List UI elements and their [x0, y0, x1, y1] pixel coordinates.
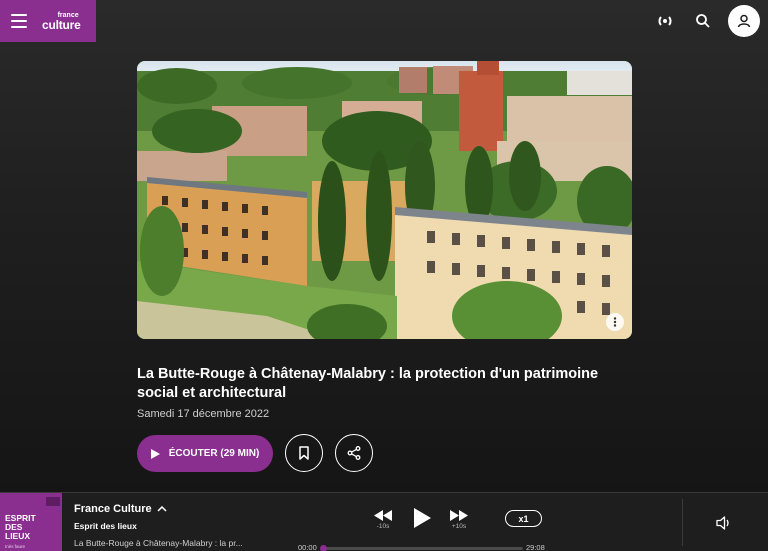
station-name: France Culture — [74, 503, 152, 515]
show-name[interactable]: Esprit des lieux — [74, 521, 249, 531]
france-culture-logo[interactable]: france culture — [42, 12, 81, 31]
search-icon[interactable] — [688, 6, 718, 36]
play-icon — [150, 448, 160, 459]
header-actions — [642, 5, 760, 37]
logo-bottom-text: culture — [42, 17, 81, 32]
episode-title[interactable]: La Butte-Rouge à Châtenay-Malabry : la p… — [74, 538, 249, 548]
progress-thumb[interactable] — [320, 545, 327, 551]
cover-subtitle: Inès faure — [5, 544, 26, 549]
current-time: 00:00 — [298, 543, 317, 551]
live-radio-icon[interactable] — [650, 6, 680, 36]
article-hero-image — [137, 61, 632, 339]
chevron-up-icon — [157, 506, 167, 512]
bookmark-icon — [299, 446, 309, 460]
duration: 29:08 — [526, 543, 545, 551]
user-icon[interactable] — [728, 5, 760, 37]
brand-block: france culture — [0, 0, 96, 42]
housing-estate-photo — [137, 61, 632, 339]
article-date: Samedi 17 décembre 2022 — [137, 408, 270, 420]
progress-bar[interactable] — [323, 547, 523, 550]
rewind-icon — [374, 510, 392, 521]
audio-player: ESPRIT DES LIEUX Inès faure France Cultu… — [0, 492, 768, 551]
forward-label: +10s — [451, 523, 467, 530]
share-icon — [347, 446, 361, 460]
listen-button[interactable]: ÉCOUTER (29 MIN) — [137, 435, 273, 472]
cover-title-line: LIEUX — [5, 531, 31, 541]
play-icon — [414, 508, 431, 528]
share-button[interactable] — [335, 434, 373, 472]
cover-badge — [46, 497, 60, 506]
bookmark-button[interactable] — [285, 434, 323, 472]
playback-speed-button[interactable]: x1 — [505, 510, 542, 527]
rewind-label: -10s — [376, 523, 390, 530]
hamburger-icon[interactable] — [11, 14, 27, 28]
article-title: La Butte-Rouge à Châtenay-Malabry : la p… — [137, 366, 599, 401]
forward-button[interactable]: +10s — [450, 510, 468, 530]
show-cover[interactable]: ESPRIT DES LIEUX Inès faure — [0, 493, 62, 551]
more-vertical-icon[interactable] — [606, 313, 624, 331]
station-selector[interactable]: France Culture — [74, 503, 249, 515]
play-button[interactable] — [414, 508, 431, 528]
volume-icon[interactable] — [716, 516, 732, 535]
fast-forward-icon — [450, 510, 468, 521]
rewind-button[interactable]: -10s — [374, 510, 392, 530]
player-info: France Culture Esprit des lieux La Butte… — [74, 503, 249, 548]
listen-button-label: ÉCOUTER (29 MIN) — [168, 448, 260, 459]
player-divider — [682, 499, 683, 546]
